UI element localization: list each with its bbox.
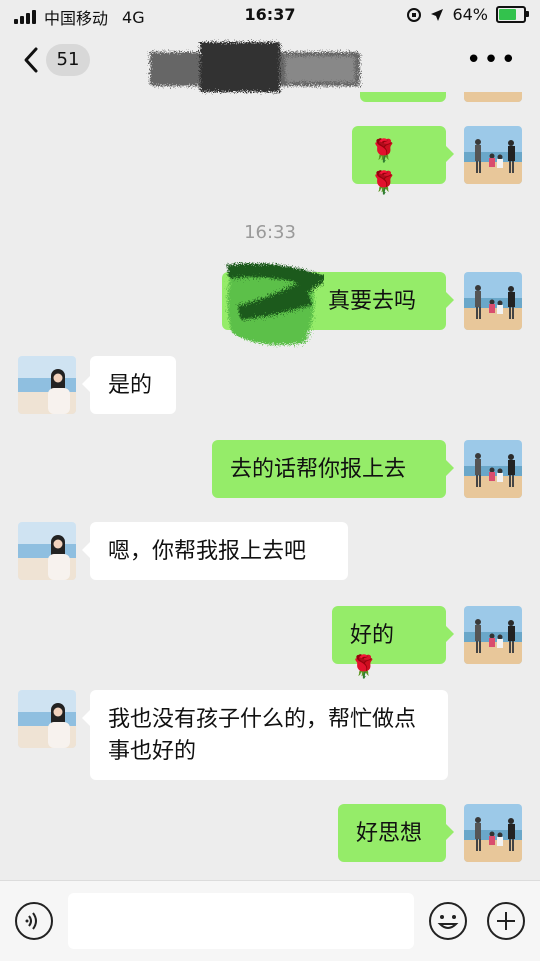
my-avatar[interactable]	[464, 606, 522, 664]
status-bar: 中国移动 4G 16:37 64%	[0, 0, 540, 30]
chat-area: 🌹 🌹 16:33 真要去吗 是的 去的话帮你报上去 嗯，你帮我报上去吧 好的 …	[0, 92, 540, 880]
contact-avatar[interactable]	[18, 522, 76, 580]
rose-emoji: 🌹 🌹	[370, 139, 398, 196]
status-right: 64%	[406, 5, 529, 24]
battery-icon	[496, 6, 529, 23]
my-avatar[interactable]	[464, 92, 522, 102]
message-bubble[interactable]: 嗯，你帮我报上去吧	[82, 522, 348, 580]
contact-avatar[interactable]	[18, 356, 76, 414]
message-text: 真要去吗	[328, 289, 417, 314]
my-avatar[interactable]	[464, 804, 522, 862]
message-input[interactable]	[68, 893, 414, 949]
contact-avatar[interactable]	[18, 690, 76, 748]
battery-percent: 64%	[452, 5, 488, 24]
message-text: 好思想	[356, 821, 423, 846]
message-text: 我也没有孩子什么的，帮忙做点事也好的	[108, 707, 417, 764]
redacted-scribble	[227, 263, 330, 346]
my-avatar[interactable]	[464, 272, 522, 330]
message-bubble[interactable]: 好思想	[338, 804, 454, 862]
message-bubble[interactable]: 好的 🌹	[332, 606, 454, 680]
message-bubble[interactable]: 我也没有孩子什么的，帮忙做点事也好的	[82, 690, 448, 780]
location-icon	[431, 8, 444, 21]
message-bubble[interactable]	[360, 92, 446, 102]
message-bubble[interactable]: 🌹 🌹	[352, 126, 454, 196]
message-text: 好的 🌹	[350, 623, 395, 680]
message-text: 去的话帮你报上去	[230, 457, 407, 482]
battery-fill	[499, 9, 516, 20]
redacted-contact-name	[150, 42, 360, 92]
message-text: 是的	[108, 373, 153, 398]
chevron-left-icon[interactable]	[18, 45, 46, 75]
screen-rotation-lock-icon	[407, 7, 422, 22]
message-text: 嗯，你帮我报上去吧	[108, 539, 307, 564]
my-avatar[interactable]	[464, 126, 522, 184]
my-avatar[interactable]	[464, 440, 522, 498]
emoji-icon[interactable]	[428, 901, 468, 941]
message-bubble[interactable]: 是的	[82, 356, 176, 414]
message-timestamp: 16:33	[244, 222, 296, 243]
unread-count-badge[interactable]: 51	[46, 44, 90, 76]
input-toolbar	[0, 880, 540, 961]
chat-header: 51 •••	[0, 30, 540, 92]
voice-icon[interactable]	[14, 901, 54, 941]
message-bubble[interactable]: 去的话帮你报上去	[212, 440, 454, 498]
more-dots-icon[interactable]: •••	[466, 47, 518, 73]
plus-circle-icon[interactable]	[486, 901, 526, 941]
